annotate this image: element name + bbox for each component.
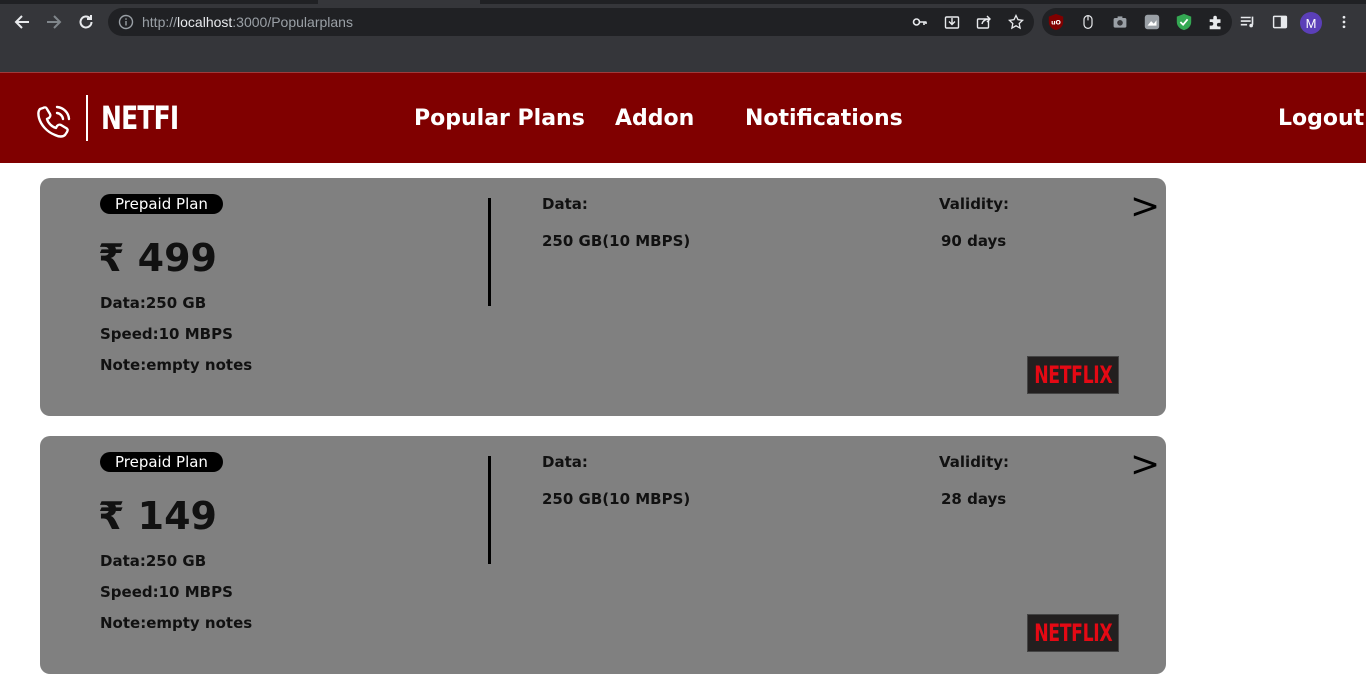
url-host: localhost bbox=[177, 14, 233, 30]
image-extension-icon[interactable] bbox=[1142, 12, 1162, 32]
bookmark-star-icon[interactable] bbox=[1008, 14, 1024, 30]
url-text[interactable]: http://localhost:3000/Popularplans bbox=[142, 14, 353, 30]
url-path: :3000/Popularplans bbox=[232, 14, 353, 30]
plan-speed-line: Speed:10 MBPS bbox=[100, 325, 233, 343]
browser-toolbar: http://localhost:3000/Popularplans uO M bbox=[0, 4, 1366, 40]
profile-avatar[interactable]: M bbox=[1300, 12, 1322, 34]
plan-type-badge: Prepaid Plan bbox=[100, 452, 223, 472]
plan-data-line: Data:250 GB bbox=[100, 294, 207, 312]
browser-chrome: http://localhost:3000/Popularplans uO M bbox=[0, 0, 1366, 72]
browser-menu-icon[interactable] bbox=[1334, 12, 1354, 32]
plan-data-line: Data:250 GB bbox=[100, 552, 207, 570]
select-plan-arrow[interactable]: > bbox=[1130, 186, 1160, 227]
site-info-icon[interactable] bbox=[118, 14, 134, 30]
share-icon[interactable] bbox=[976, 14, 992, 30]
plan-card[interactable]: Prepaid Plan ₹ 149 Data:250 GB Speed:10 … bbox=[40, 436, 1166, 674]
validity-label: Validity: bbox=[939, 195, 1010, 213]
validity-label: Validity: bbox=[939, 453, 1010, 471]
key-icon[interactable] bbox=[912, 14, 928, 30]
reload-icon[interactable] bbox=[75, 11, 97, 33]
validity-value: 90 days bbox=[941, 232, 1007, 250]
brand-logo-text[interactable]: NETFI bbox=[101, 99, 179, 137]
app-navbar: NETFI Popular Plans Addon Notifications … bbox=[0, 72, 1366, 163]
url-prefix: http:// bbox=[142, 14, 178, 30]
plan-note-line: Note:empty notes bbox=[100, 356, 253, 374]
logout-link[interactable]: Logout bbox=[1278, 106, 1364, 131]
nav-addon[interactable]: Addon bbox=[615, 106, 694, 131]
card-divider bbox=[488, 456, 491, 564]
mouse-extension-icon[interactable] bbox=[1078, 12, 1098, 32]
validity-value: 28 days bbox=[941, 490, 1007, 508]
netflix-logo: NETFLIX bbox=[1027, 356, 1119, 394]
data-value: 250 GB(10 MBPS) bbox=[542, 490, 691, 508]
netflix-logo-text: NETFLIX bbox=[1033, 619, 1113, 647]
phone-call-icon[interactable] bbox=[34, 101, 74, 141]
plan-type-badge: Prepaid Plan bbox=[100, 194, 223, 214]
shield-check-icon[interactable] bbox=[1174, 12, 1194, 32]
extensions-area bbox=[1042, 8, 1232, 36]
plan-price: ₹ 499 bbox=[98, 236, 217, 280]
netflix-logo-text: NETFLIX bbox=[1033, 361, 1113, 389]
netflix-logo: NETFLIX bbox=[1027, 614, 1119, 652]
nav-notifications[interactable]: Notifications bbox=[745, 106, 903, 131]
plan-card[interactable]: Prepaid Plan ₹ 499 Data:250 GB Speed:10 … bbox=[40, 178, 1166, 416]
data-label: Data: bbox=[542, 195, 588, 213]
nav-popular-plans[interactable]: Popular Plans bbox=[414, 106, 585, 131]
ublock-icon[interactable]: uO bbox=[1046, 12, 1066, 32]
logo-divider bbox=[86, 95, 88, 141]
select-plan-arrow[interactable]: > bbox=[1130, 444, 1160, 485]
forward-arrow-icon[interactable] bbox=[43, 11, 65, 33]
data-value: 250 GB(10 MBPS) bbox=[542, 232, 691, 250]
camera-icon[interactable] bbox=[1110, 12, 1130, 32]
back-arrow-icon[interactable] bbox=[11, 11, 33, 33]
data-label: Data: bbox=[542, 453, 588, 471]
plan-note-line: Note:empty notes bbox=[100, 614, 253, 632]
card-divider bbox=[488, 198, 491, 306]
address-bar[interactable]: http://localhost:3000/Popularplans bbox=[108, 8, 1034, 36]
install-app-icon[interactable] bbox=[944, 14, 960, 30]
plan-speed-line: Speed:10 MBPS bbox=[100, 583, 233, 601]
media-queue-icon[interactable] bbox=[1238, 12, 1258, 32]
puzzle-extensions-icon[interactable] bbox=[1206, 12, 1226, 32]
svg-text:uO: uO bbox=[1051, 20, 1061, 27]
side-panel-icon[interactable] bbox=[1270, 12, 1290, 32]
plan-price: ₹ 149 bbox=[98, 494, 217, 538]
